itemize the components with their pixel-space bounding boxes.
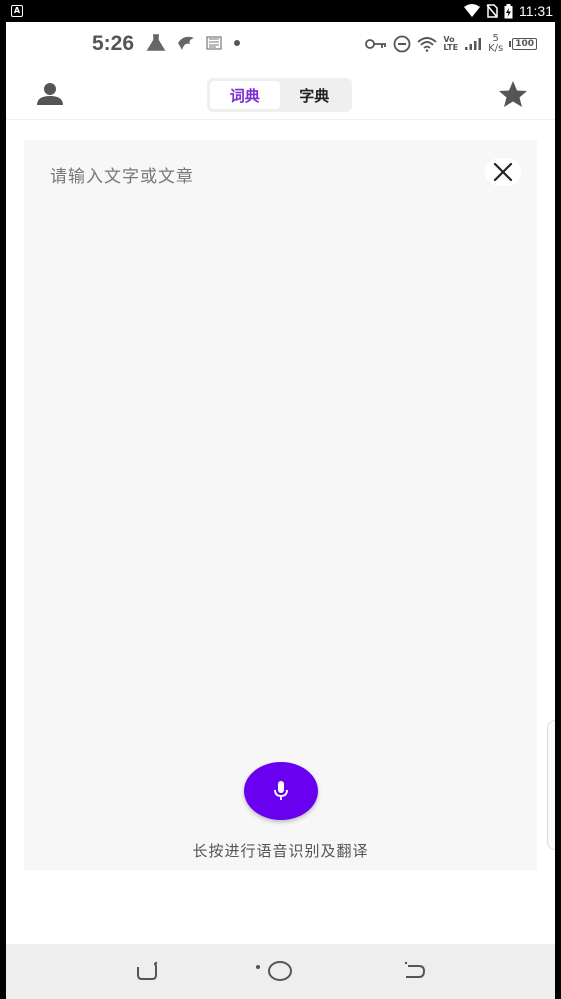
tab-word-dictionary[interactable]: 词典 (210, 81, 280, 109)
inner-status-bar: 5:26 Vo LTE 5 K/s 100 (6, 22, 555, 66)
microphone-icon (274, 781, 288, 800)
notification-a-icon: A (11, 5, 23, 17)
edge-panel-handle[interactable] (547, 720, 555, 850)
app-screen: 5:26 Vo LTE 5 K/s 100 词典 字典 请输入文字或文章 长按进… (6, 22, 555, 999)
system-status-bar: A 11:31 (0, 0, 561, 22)
net-speed: 5 K/s (488, 33, 504, 54)
recents-icon (137, 961, 158, 980)
battery-charging-icon (504, 3, 513, 18)
star-icon (499, 81, 527, 107)
system-clock: 11:31 (519, 3, 553, 19)
flask-icon (146, 34, 166, 51)
home-icon (256, 961, 292, 981)
home-button[interactable] (253, 959, 297, 983)
voice-hint: 长按进行语音识别及翻译 (192, 842, 369, 860)
wifi-icon (464, 4, 480, 17)
qr-app-icon (206, 36, 222, 50)
back-button[interactable] (400, 959, 430, 983)
dot-icon (234, 40, 240, 46)
profile-button[interactable] (32, 76, 68, 112)
dictionary-mode-toggle: 词典 字典 (207, 78, 352, 112)
text-input-area[interactable]: 请输入文字或文章 长按进行语音识别及翻译 (24, 140, 537, 870)
signal-icon (465, 38, 482, 50)
favorites-button[interactable] (495, 76, 531, 112)
no-sim-icon (486, 4, 498, 18)
tab-character-dictionary[interactable]: 字典 (280, 81, 350, 109)
bird-app-icon (178, 36, 194, 50)
wifi-icon (417, 37, 437, 52)
app-header: 词典 字典 (6, 68, 555, 120)
dnd-icon (393, 35, 411, 53)
input-placeholder: 请输入文字或文章 (50, 167, 194, 187)
voice-input-button[interactable] (244, 762, 318, 820)
back-icon (404, 961, 426, 978)
user-icon (37, 83, 63, 105)
volte-indicator: Vo LTE (443, 35, 459, 52)
clear-button[interactable] (485, 158, 521, 186)
recents-button[interactable] (132, 959, 162, 983)
close-icon (493, 162, 513, 182)
inner-clock: 5:26 (92, 32, 135, 55)
system-nav-bar (6, 944, 555, 999)
battery-icon: 100 (509, 38, 537, 50)
key-icon (365, 39, 387, 49)
